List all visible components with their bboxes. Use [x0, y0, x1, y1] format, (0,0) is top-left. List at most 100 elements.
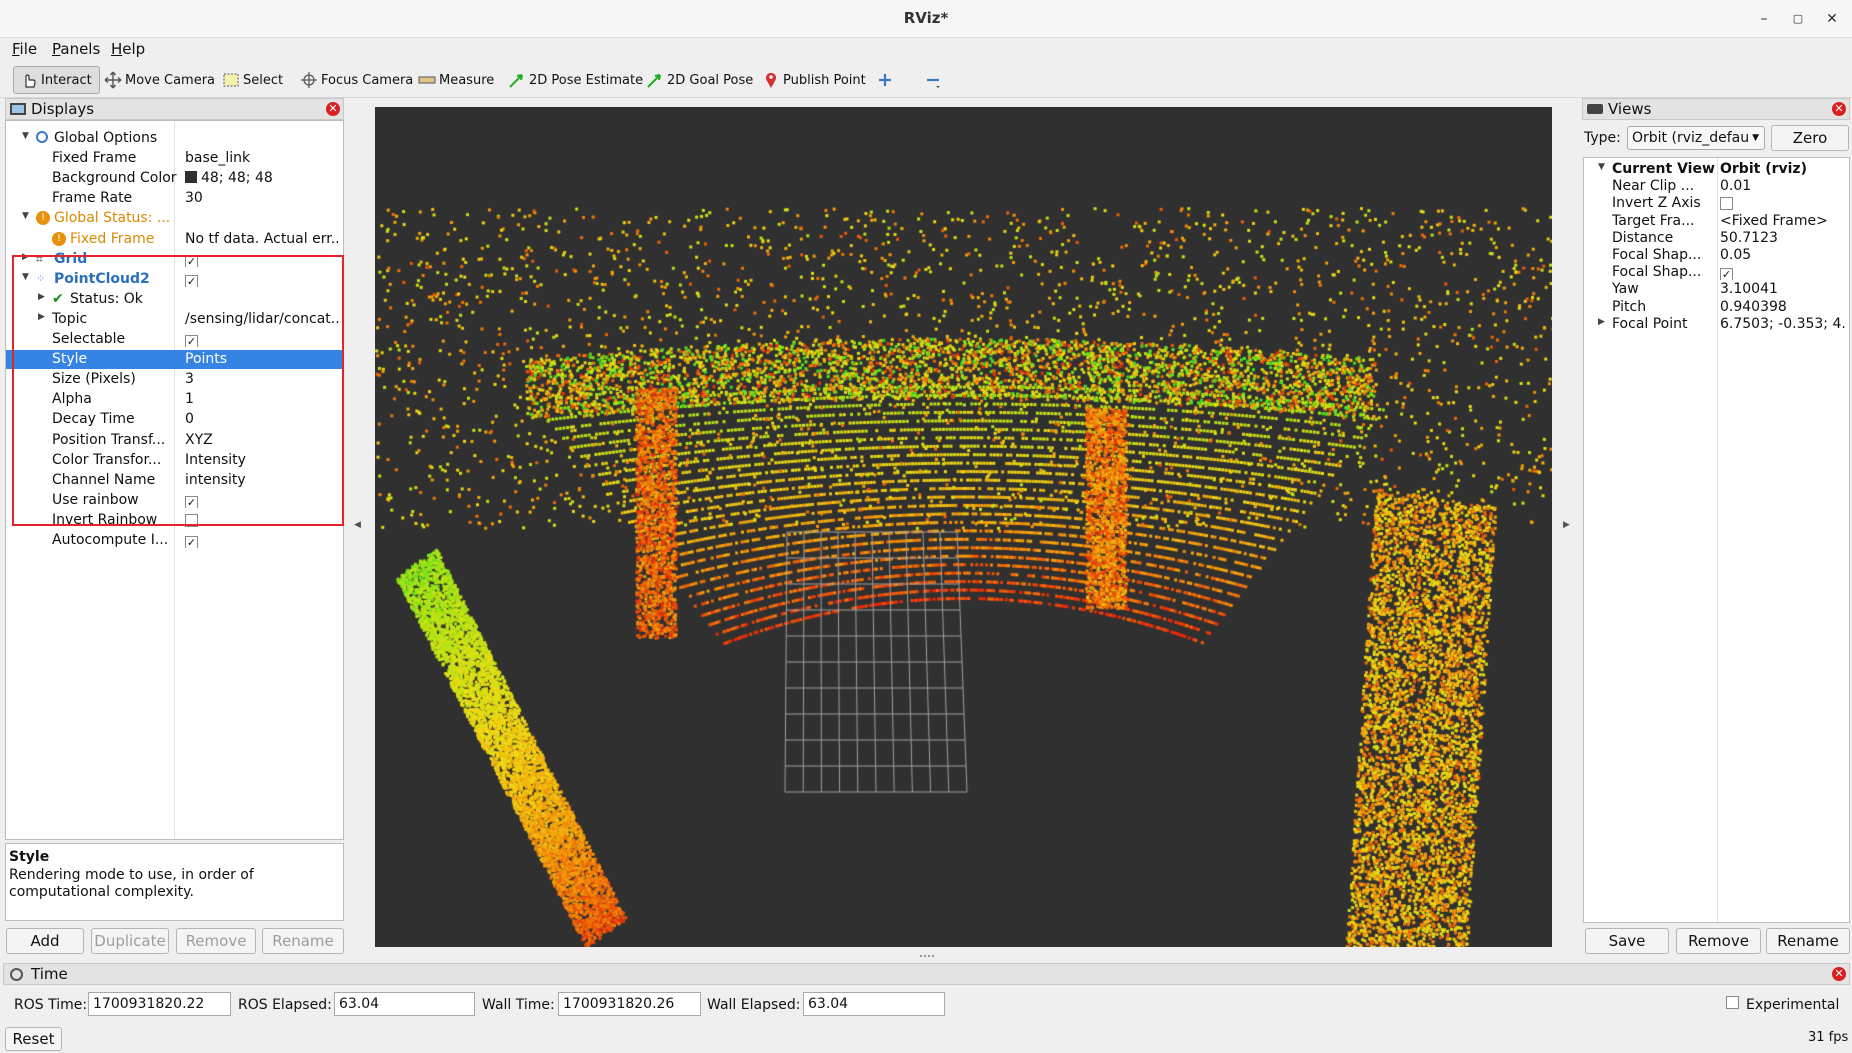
- pose-estimate-tool[interactable]: 2D Pose Estimate: [508, 66, 643, 94]
- help-title: Style: [9, 849, 50, 865]
- view-type-select[interactable]: Orbit (rviz_defau ▼: [1627, 126, 1765, 150]
- close-window-icon[interactable]: ✕: [1821, 8, 1843, 30]
- add-tool-button[interactable]: [876, 66, 897, 94]
- maximize-icon[interactable]: ▢: [1787, 8, 1809, 30]
- pointcloud-highlight-box: [12, 255, 344, 526]
- property-name: Current View: [1612, 161, 1715, 177]
- wall-time-label: Wall Time:: [482, 997, 555, 1013]
- display-property-row[interactable]: ▼! Global Status: ...: [6, 209, 343, 228]
- display-property-row[interactable]: Autocompute I... ✓: [6, 531, 343, 550]
- 3d-render-viewport[interactable]: [375, 107, 1552, 947]
- view-property-row[interactable]: ▶ Focal Point 6.7503; -0.353; 4...: [1584, 315, 1849, 334]
- ros-elapsed-field[interactable]: 63.04: [334, 992, 475, 1016]
- add-display-button[interactable]: Add: [6, 928, 84, 954]
- measure-tool[interactable]: Measure: [418, 66, 494, 94]
- goal-pose-tool[interactable]: 2D Goal Pose: [646, 66, 753, 94]
- minus-icon: [924, 71, 942, 89]
- zero-button[interactable]: Zero: [1771, 125, 1849, 151]
- experimental-checkbox[interactable]: [1726, 996, 1739, 1009]
- property-checkbox[interactable]: ✓: [1720, 268, 1733, 281]
- property-value: 48; 48; 48: [185, 170, 341, 186]
- time-title: Time: [31, 965, 68, 983]
- globe-icon: [36, 131, 48, 143]
- property-checkbox[interactable]: [1720, 197, 1733, 211]
- property-checkbox[interactable]: ✓: [185, 536, 198, 548]
- map-pin-icon: [762, 71, 780, 89]
- minimize-icon[interactable]: –: [1753, 8, 1775, 30]
- ros-time-field[interactable]: 1700931820.22: [88, 992, 231, 1016]
- view-property-row[interactable]: Target Fra... <Fixed Frame>: [1584, 212, 1849, 231]
- view-property-row[interactable]: Focal Shap... ✓: [1584, 263, 1849, 282]
- focus-camera-label: Focus Camera: [321, 72, 414, 88]
- property-value: No tf data. Actual err...: [185, 230, 341, 247]
- display-property-row[interactable]: Background Color 48; 48; 48: [6, 169, 343, 188]
- view-type-value: Orbit (rviz_defau: [1632, 130, 1750, 146]
- focus-camera-tool[interactable]: Focus Camera: [300, 66, 413, 94]
- close-panel-icon[interactable]: ✕: [1832, 102, 1846, 116]
- property-name: Global Options: [54, 130, 158, 146]
- view-type-label: Type:: [1584, 130, 1621, 146]
- display-property-row[interactable]: ! Fixed Frame No tf data. Actual err...: [6, 230, 343, 249]
- display-property-row[interactable]: ▼ Global Options: [6, 129, 343, 148]
- collapse-left-icon[interactable]: ◀: [354, 520, 361, 530]
- property-value: [1720, 195, 1847, 212]
- display-property-row[interactable]: Frame Rate 30: [6, 189, 343, 208]
- rename-display-button[interactable]: Rename: [262, 928, 344, 954]
- wall-time-field[interactable]: 1700931820.26: [558, 992, 701, 1016]
- select-tool[interactable]: Select: [222, 66, 283, 94]
- close-panel-icon[interactable]: ✕: [1832, 967, 1846, 981]
- wall-elapsed-field[interactable]: 63.04: [803, 992, 945, 1016]
- expand-down-icon[interactable]: ▼: [1598, 162, 1605, 172]
- move-arrows-icon: [104, 71, 122, 89]
- hand-pointer-icon: [20, 71, 38, 89]
- views-title: Views: [1608, 100, 1652, 118]
- remove-view-button[interactable]: Remove: [1676, 928, 1761, 954]
- property-name: Focal Shap...: [1612, 247, 1702, 263]
- view-property-row[interactable]: Yaw 3.10041: [1584, 280, 1849, 299]
- pose-estimate-label: 2D Pose Estimate: [529, 72, 644, 88]
- expand-down-icon[interactable]: ▼: [22, 131, 29, 141]
- ros-time-label: ROS Time:: [14, 997, 88, 1013]
- collapse-right-icon[interactable]: ▶: [1563, 520, 1570, 530]
- interact-tool[interactable]: Interact: [13, 66, 100, 94]
- property-name: Background Color: [52, 170, 177, 187]
- view-property-row[interactable]: Near Clip ... 0.01: [1584, 177, 1849, 196]
- view-property-row[interactable]: Invert Z Axis: [1584, 194, 1849, 213]
- move-camera-tool[interactable]: Move Camera: [104, 66, 215, 94]
- menu-help[interactable]: Help: [111, 40, 145, 58]
- property-value: Orbit (rviz): [1720, 161, 1807, 177]
- duplicate-display-button[interactable]: Duplicate: [91, 928, 169, 954]
- menu-file[interactable]: File: [12, 40, 37, 58]
- wall-elapsed-label: Wall Elapsed:: [707, 997, 801, 1013]
- property-name: Fixed Frame: [70, 230, 155, 247]
- display-property-row[interactable]: Fixed Frame base_link: [6, 149, 343, 168]
- rename-view-button[interactable]: Rename: [1766, 928, 1850, 954]
- property-name: Focal Point: [1612, 315, 1688, 332]
- property-value: 50.7123: [1720, 229, 1778, 246]
- reset-button[interactable]: Reset: [5, 1027, 62, 1051]
- menu-panels[interactable]: Panels: [52, 40, 100, 58]
- save-view-button[interactable]: Save: [1585, 928, 1669, 954]
- camera-icon: [1587, 104, 1603, 114]
- view-property-row[interactable]: Pitch 0.940398: [1584, 298, 1849, 317]
- publish-point-label: Publish Point: [783, 72, 866, 88]
- property-value: <Fixed Frame>: [1720, 212, 1828, 229]
- property-value: ✓: [1720, 264, 1847, 281]
- select-label: Select: [243, 72, 284, 88]
- help-text: Rendering mode to use, in order of compu…: [9, 867, 254, 900]
- view-property-row[interactable]: Focal Shap... 0.05: [1584, 246, 1849, 265]
- view-property-row[interactable]: ▼ Current View Orbit (rviz): [1584, 160, 1849, 179]
- splitter-handle[interactable]: [920, 955, 934, 957]
- views-tree: ▼ Current View Orbit (rviz) Near Clip ... 0.…: [1583, 157, 1850, 923]
- property-value: 0.940398: [1720, 298, 1787, 315]
- remove-tool-button[interactable]: [924, 66, 945, 94]
- publish-point-tool[interactable]: Publish Point: [762, 66, 866, 94]
- property-name: Focal Shap...: [1612, 264, 1702, 281]
- remove-display-button[interactable]: Remove: [176, 928, 256, 954]
- ros-elapsed-label: ROS Elapsed:: [238, 997, 332, 1013]
- expand-right-icon[interactable]: ▶: [1598, 317, 1605, 327]
- color-swatch[interactable]: [185, 171, 197, 184]
- view-property-row[interactable]: Distance 50.7123: [1584, 229, 1849, 248]
- close-panel-icon[interactable]: ✕: [326, 102, 340, 116]
- expand-down-icon[interactable]: ▼: [22, 211, 29, 221]
